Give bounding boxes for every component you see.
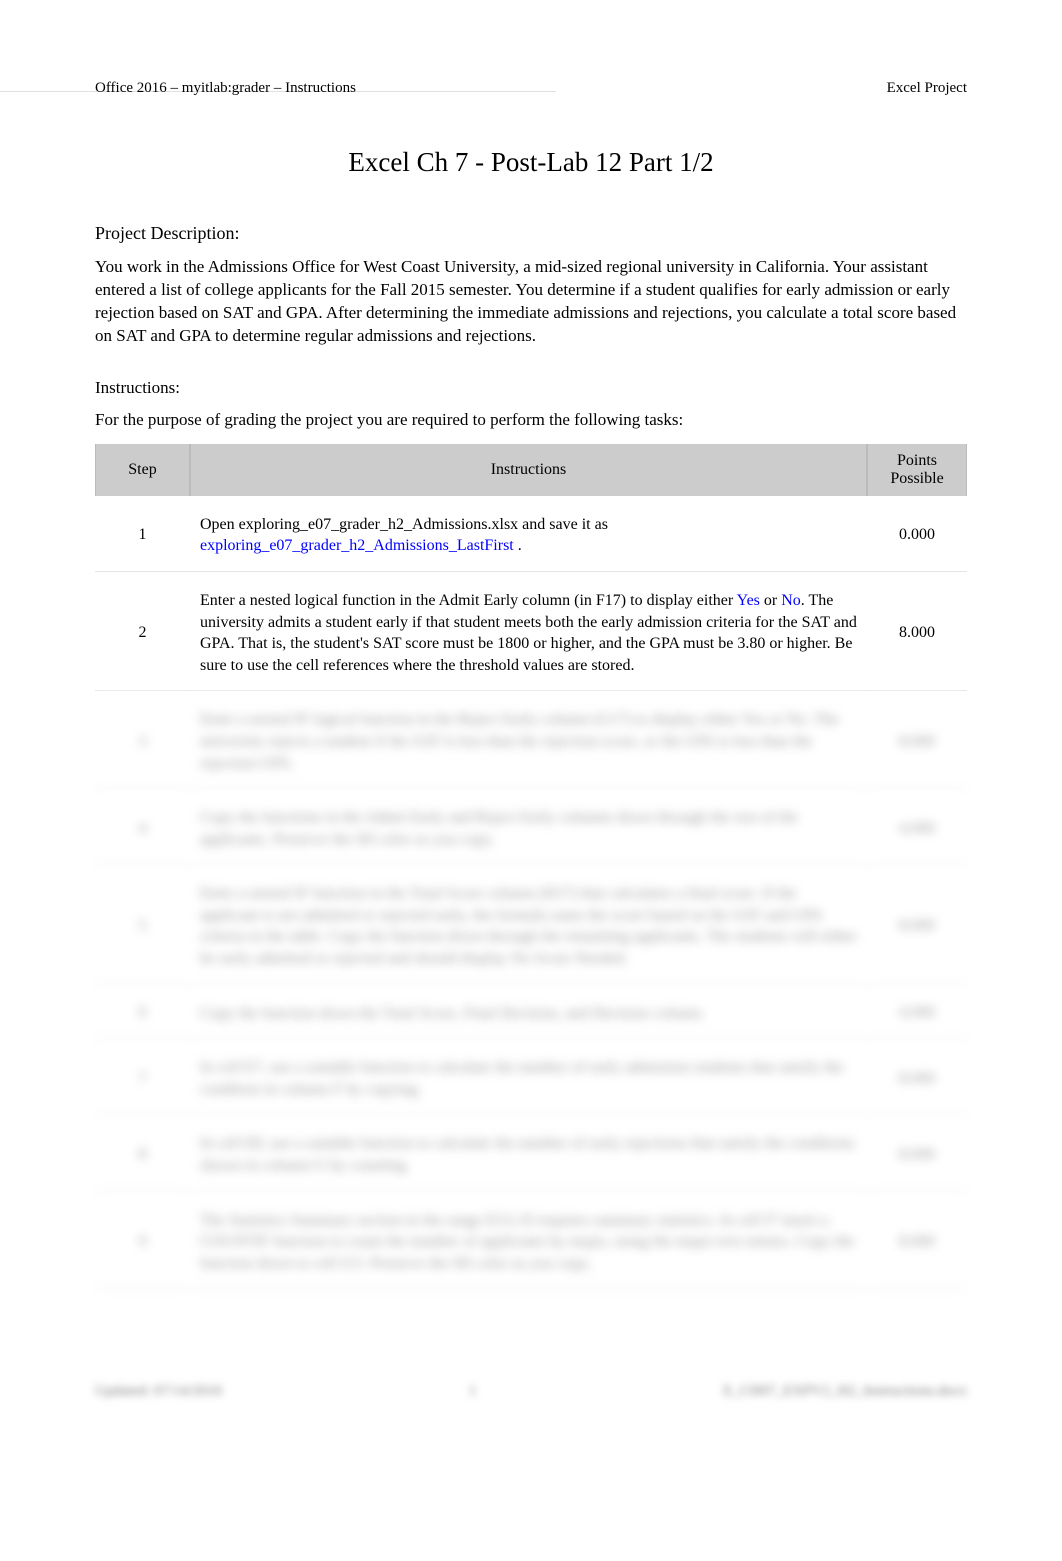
instruction-cell: Enter a nested IF logical function in th…: [190, 695, 867, 789]
project-description: You work in the Admissions Office for We…: [95, 256, 967, 348]
table-row-blurred: 8In cell E8, use a suitable function to …: [95, 1119, 967, 1191]
points-cell: 8.000: [867, 576, 967, 691]
grading-note: For the purpose of grading the project y…: [95, 410, 967, 430]
footer-center: 1: [222, 1383, 723, 1400]
col-header-instructions: Instructions: [190, 444, 867, 496]
instructions-label: Instructions:: [95, 378, 967, 398]
instruction-cell: Enter a nested IF function in the Total …: [190, 869, 867, 984]
instruction-cell: In cell E7, use a suitable function to c…: [190, 1043, 867, 1115]
instruction-cell: Copy the functions in the Admit Early an…: [190, 793, 867, 865]
col-header-step: Step: [95, 444, 190, 496]
step-cell: 7: [95, 1043, 190, 1115]
step-cell: 6: [95, 989, 190, 1040]
instruction-cell: In cell E8, use a suitable function to c…: [190, 1119, 867, 1191]
points-cell: 8.000: [867, 1119, 967, 1191]
header-left: Office 2016 – myitlab:grader – Instructi…: [95, 80, 356, 97]
step-cell: 8: [95, 1119, 190, 1191]
footer-right: E_CH07_EXPV2_H2_Instructions.docx: [723, 1383, 967, 1400]
table-row-blurred: 9The Statistics Summary section in the r…: [95, 1196, 967, 1290]
table-row: 2Enter a nested logical function in the …: [95, 576, 967, 691]
points-cell: 8.000: [867, 1196, 967, 1290]
points-cell: 4.000: [867, 989, 967, 1040]
step-cell: 3: [95, 695, 190, 789]
instruction-cell: Open exploring_e07_grader_h2_Admissions.…: [190, 500, 867, 572]
points-cell: 0.000: [867, 500, 967, 572]
instructions-table-wrap: Step Instructions Points Possible 1Open …: [95, 440, 967, 1294]
page-title: Excel Ch 7 - Post-Lab 12 Part 1/2: [95, 147, 967, 178]
project-description-label: Project Description:: [95, 223, 967, 244]
points-cell: 8.000: [867, 1043, 967, 1115]
instruction-cell: Copy the function down the Total Score, …: [190, 989, 867, 1040]
step-cell: 5: [95, 869, 190, 984]
step-cell: 9: [95, 1196, 190, 1290]
table-row-blurred: 6Copy the function down the Total Score,…: [95, 989, 967, 1040]
instruction-cell: Enter a nested logical function in the A…: [190, 576, 867, 691]
table-row-blurred: 3Enter a nested IF logical function in t…: [95, 695, 967, 789]
points-cell: 8.000: [867, 695, 967, 789]
table-row-blurred: 4Copy the functions in the Admit Early a…: [95, 793, 967, 865]
col-header-points: Points Possible: [867, 444, 967, 496]
instructions-table: Step Instructions Points Possible 1Open …: [95, 440, 967, 1294]
table-row-blurred: 7In cell E7, use a suitable function to …: [95, 1043, 967, 1115]
footer-left: Updated: 07/14/2016: [95, 1383, 222, 1400]
table-row: 1Open exploring_e07_grader_h2_Admissions…: [95, 500, 967, 572]
points-cell: 8.000: [867, 869, 967, 984]
step-cell: 4: [95, 793, 190, 865]
points-cell: 4.000: [867, 793, 967, 865]
page-footer: Updated: 07/14/2016 1 E_CH07_EXPV2_H2_In…: [95, 1383, 967, 1400]
table-row-blurred: 5Enter a nested IF function in the Total…: [95, 869, 967, 984]
step-cell: 2: [95, 576, 190, 691]
instruction-cell: The Statistics Summary section in the ra…: [190, 1196, 867, 1290]
header-right: Excel Project: [887, 80, 967, 97]
step-cell: 1: [95, 500, 190, 572]
